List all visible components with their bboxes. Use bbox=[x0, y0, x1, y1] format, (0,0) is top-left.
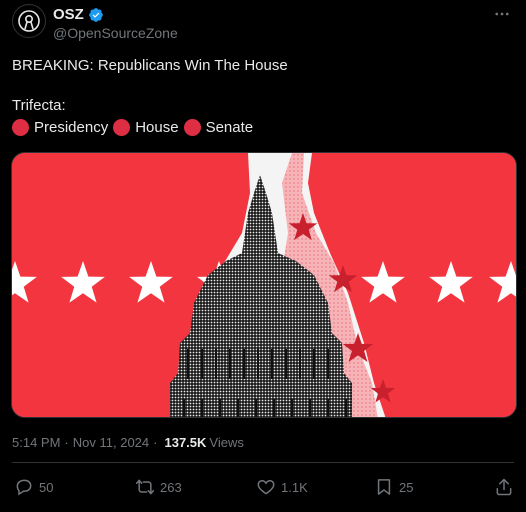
trifecta-list: Presidency House Senate bbox=[12, 119, 258, 136]
reply-button[interactable]: 50 bbox=[14, 477, 53, 497]
capitol-dome-image bbox=[12, 153, 516, 417]
avatar[interactable] bbox=[12, 4, 46, 38]
share-icon bbox=[496, 478, 512, 496]
verified-badge-icon[interactable] bbox=[88, 7, 104, 23]
tweet-header: OSZ @OpenSourceZone bbox=[12, 4, 514, 44]
trifecta-item: Senate bbox=[183, 119, 254, 136]
tweet-line-2: Trifecta: bbox=[12, 97, 66, 114]
red-circle-icon bbox=[113, 119, 131, 136]
tweet-date[interactable]: Nov 11, 2024 bbox=[73, 435, 149, 450]
like-button[interactable]: 1.1K bbox=[256, 477, 308, 497]
share-button[interactable] bbox=[494, 477, 514, 497]
views-label: Views bbox=[209, 435, 244, 450]
meta-separator: · bbox=[64, 435, 69, 450]
tweet-line-1: BREAKING: Republicans Win The House bbox=[12, 57, 288, 74]
display-name[interactable]: OSZ bbox=[53, 6, 84, 23]
heart-icon bbox=[257, 479, 275, 495]
red-circle-icon bbox=[12, 119, 29, 136]
bookmark-count: 25 bbox=[399, 479, 414, 495]
action-bar: 50 263 1.1K 25 bbox=[12, 477, 514, 501]
tweet-meta: 5:14 PM · Nov 11, 2024 · 137.5K Views bbox=[12, 435, 244, 450]
reply-icon bbox=[16, 479, 32, 496]
views-count: 137.5K bbox=[164, 435, 207, 450]
tweet-time[interactable]: 5:14 PM bbox=[12, 435, 60, 450]
trifecta-label: House bbox=[135, 119, 179, 136]
more-options-icon[interactable] bbox=[492, 4, 512, 24]
bookmark-icon bbox=[377, 479, 391, 495]
repost-button[interactable]: 263 bbox=[135, 477, 182, 497]
divider bbox=[12, 462, 514, 463]
tweet-spacer bbox=[12, 76, 288, 96]
trifecta-label: Senate bbox=[205, 119, 254, 136]
trifecta-label: Presidency bbox=[34, 119, 109, 136]
name-row: OSZ bbox=[53, 6, 104, 23]
like-count: 1.1K bbox=[281, 479, 308, 495]
osz-logo-icon bbox=[18, 10, 40, 32]
reply-count: 50 bbox=[39, 479, 54, 495]
trifecta-item: House bbox=[113, 119, 179, 136]
tweet-text: BREAKING: Republicans Win The House Trif… bbox=[12, 56, 288, 116]
repost-icon bbox=[135, 479, 155, 495]
handle[interactable]: @OpenSourceZone bbox=[53, 25, 178, 41]
meta-separator: · bbox=[153, 435, 158, 450]
repost-count: 263 bbox=[160, 479, 182, 495]
bookmark-button[interactable]: 25 bbox=[374, 477, 413, 497]
red-circle-icon bbox=[183, 119, 201, 136]
trifecta-item: Presidency bbox=[12, 119, 108, 136]
tweet-media-image[interactable] bbox=[11, 152, 517, 418]
